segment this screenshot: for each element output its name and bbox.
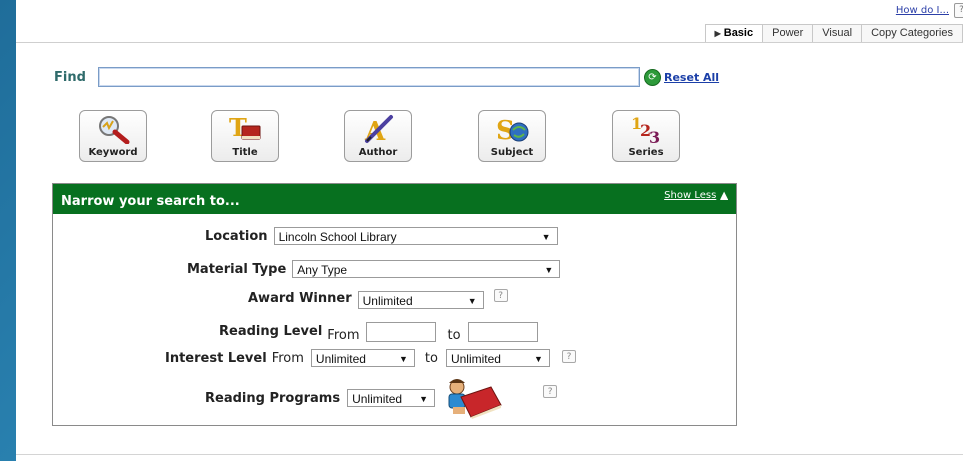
award-winner-label: Award Winner bbox=[248, 291, 352, 306]
show-less-link[interactable]: Show Less ▲ bbox=[664, 190, 728, 201]
interest-level-to-label: to bbox=[424, 350, 438, 366]
reading-level-label: Reading Level bbox=[219, 324, 323, 339]
refresh-icon: ⟳ bbox=[644, 69, 661, 86]
reading-programs-label: Reading Programs bbox=[205, 390, 341, 406]
reading-level-row: Reading Level From to bbox=[219, 320, 538, 343]
dropdown-caret-icon: ▼ bbox=[398, 354, 408, 364]
interest-level-help-icon[interactable]: ? bbox=[561, 349, 576, 363]
material-type-row: Material Type Any Type ▼ bbox=[187, 260, 561, 278]
location-value: Lincoln School Library bbox=[278, 230, 397, 244]
title-label: Title bbox=[232, 147, 258, 158]
search-mode-tabs: ▶ Basic Power Visual Copy Categories bbox=[704, 24, 963, 42]
interest-level-to-select[interactable]: Unlimited ▼ bbox=[445, 349, 550, 367]
reading-programs-select[interactable]: Unlimited ▼ bbox=[347, 389, 436, 407]
subject-icon: S bbox=[496, 116, 529, 144]
tab-label: Copy Categories bbox=[871, 27, 953, 39]
award-winner-select[interactable]: Unlimited ▼ bbox=[357, 291, 484, 309]
reset-all-label: Reset All bbox=[664, 71, 720, 84]
find-input[interactable] bbox=[98, 67, 640, 87]
interest-level-from-select[interactable]: Unlimited ▼ bbox=[310, 349, 415, 367]
location-select[interactable]: Lincoln School Library ▼ bbox=[273, 227, 558, 245]
reading-level-from-label: From bbox=[327, 328, 360, 343]
reading-level-to-label: to bbox=[447, 328, 461, 343]
author-label: Author bbox=[358, 147, 398, 158]
dropdown-caret-icon: ▼ bbox=[419, 394, 429, 404]
page: How do I... ? ▶Basic Power Visual Copy C… bbox=[16, 0, 963, 461]
material-type-label: Material Type bbox=[187, 261, 287, 277]
material-type-value: Any Type bbox=[297, 263, 348, 277]
triangle-right-icon: ▶ bbox=[714, 29, 721, 38]
svg-text:3: 3 bbox=[649, 128, 660, 144]
award-winner-row: Award Winner Unlimited ▼ ? bbox=[248, 288, 508, 309]
interest-level-label: Interest Level bbox=[165, 350, 267, 366]
narrow-search-panel: Narrow your search to... Show Less ▲ Loc… bbox=[52, 183, 737, 426]
award-winner-value: Unlimited bbox=[362, 294, 413, 308]
dropdown-caret-icon: ▼ bbox=[544, 265, 554, 275]
award-winner-help-icon[interactable]: ? bbox=[493, 289, 508, 302]
interest-level-from-value: Unlimited bbox=[315, 352, 366, 366]
triangle-up-icon: ▲ bbox=[720, 190, 728, 201]
series-search-button[interactable]: 1 2 3 Series bbox=[612, 110, 680, 162]
top-bar: How do I... ? ▶Basic Power Visual Copy C… bbox=[16, 0, 963, 43]
reading-programs-value: Unlimited bbox=[352, 392, 403, 406]
footer-divider bbox=[16, 454, 963, 455]
location-row: Location Lincoln School Library ▼ bbox=[205, 227, 558, 245]
reset-all-button[interactable]: ⟳ Reset All bbox=[644, 69, 719, 86]
subject-label: Subject bbox=[490, 147, 534, 158]
dropdown-caret-icon: ▼ bbox=[541, 232, 551, 242]
show-less-label: Show Less bbox=[664, 190, 717, 201]
tab-label: Visual bbox=[822, 27, 853, 39]
location-label: Location bbox=[205, 228, 268, 244]
tab-label: Power bbox=[772, 27, 804, 39]
series-label: Series bbox=[628, 147, 664, 158]
tab-power[interactable]: Power bbox=[762, 24, 814, 42]
dropdown-caret-icon: ▼ bbox=[534, 354, 543, 364]
magnifier-icon bbox=[99, 116, 130, 144]
series-123-icon: 1 2 3 bbox=[631, 114, 660, 144]
quill-pen-icon: A bbox=[364, 115, 393, 144]
find-label: Find bbox=[54, 70, 86, 85]
help-question-icon[interactable]: ? bbox=[954, 3, 963, 18]
material-type-select[interactable]: Any Type ▼ bbox=[292, 260, 561, 278]
author-search-button[interactable]: A Author bbox=[344, 110, 412, 162]
reading-programs-help-icon[interactable]: ? bbox=[543, 384, 558, 398]
interest-level-from-label: From bbox=[271, 350, 304, 366]
reading-kids-book-icon bbox=[448, 379, 502, 419]
narrow-search-header: Narrow your search to... Show Less ▲ bbox=[53, 184, 736, 214]
keyword-label: Keyword bbox=[88, 147, 138, 158]
reading-level-to-input[interactable] bbox=[467, 321, 538, 342]
tab-basic[interactable]: ▶ Basic bbox=[704, 24, 764, 42]
how-do-i-link[interactable]: How do I... bbox=[896, 5, 949, 16]
title-book-icon: T bbox=[229, 114, 261, 142]
narrow-title: Narrow your search to... bbox=[61, 194, 240, 209]
tab-label: Basic bbox=[723, 27, 754, 39]
reading-programs-row: Reading Programs Unlimited ▼ ? bbox=[205, 377, 558, 419]
tab-copy-categories[interactable]: Copy Categories bbox=[861, 24, 963, 42]
title-search-button[interactable]: T Title bbox=[211, 110, 279, 162]
interest-level-to-value: Unlimited bbox=[450, 352, 501, 366]
interest-level-row: Interest Level From Unlimited ▼ to Unlim… bbox=[165, 349, 576, 367]
dropdown-caret-icon: ▼ bbox=[467, 296, 477, 306]
tab-visual[interactable]: Visual bbox=[812, 24, 863, 42]
keyword-search-button[interactable]: Keyword bbox=[79, 110, 147, 162]
reading-level-from-input[interactable] bbox=[365, 321, 436, 342]
subject-search-button[interactable]: S Subject bbox=[478, 110, 546, 162]
